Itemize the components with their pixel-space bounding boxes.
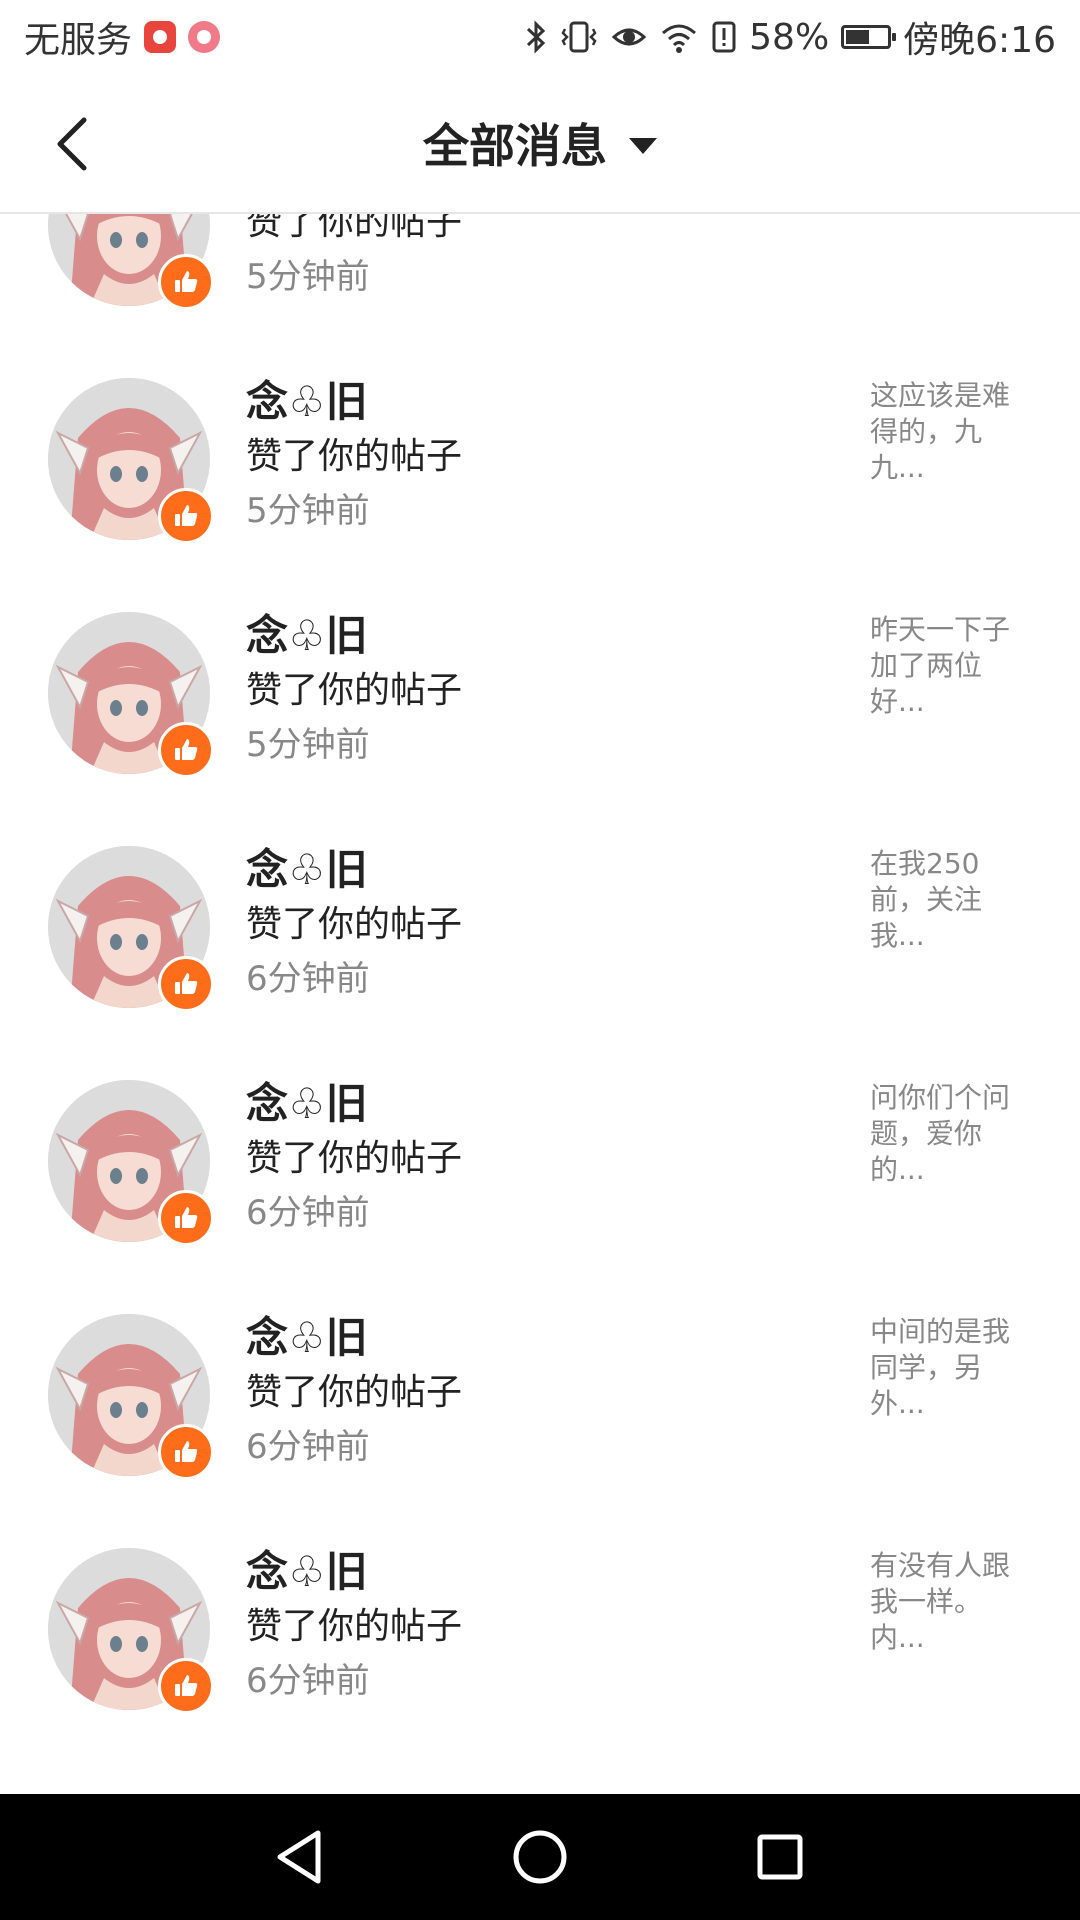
triangle-back-icon: [277, 1830, 321, 1884]
message-text: 念♧旧赞了你的帖子 6分钟前: [246, 842, 806, 1006]
message-row[interactable]: 念♧旧赞了你的帖子 5分钟前 这应该是难得的，九九...: [0, 334, 1080, 568]
time-text: 5分钟前: [246, 491, 370, 531]
action-text: 赞了你的帖子: [246, 436, 463, 477]
time-text: 6分钟前: [246, 1427, 370, 1467]
message-row[interactable]: 念♧旧赞了你的帖子 6分钟前 有没有人跟我一样。内...: [0, 1504, 1080, 1738]
battery-percent: 58%: [749, 16, 830, 58]
message-text: 赞了你的帖子 5分钟前: [246, 214, 806, 304]
navigation-bar: [0, 1794, 1080, 1920]
page-title[interactable]: 全部消息: [423, 110, 607, 176]
eye-icon: [611, 19, 647, 55]
thumbs-up-icon: [158, 1190, 214, 1246]
thumbs-up-icon: [158, 1424, 214, 1480]
post-snippet[interactable]: 问你们个问题，爱你的...: [870, 1080, 1030, 1188]
action-text: 赞了你的帖子: [246, 1372, 463, 1413]
huawei-app-icon: [144, 21, 177, 53]
action-text: 赞了你的帖子: [246, 904, 463, 945]
nav-home-button[interactable]: [500, 1817, 580, 1897]
thumbs-up-icon: [158, 254, 214, 310]
baidu-app-icon: [188, 21, 221, 53]
user-name[interactable]: 念♧旧: [246, 1310, 806, 1366]
action-text: 赞了你的帖子: [246, 670, 463, 711]
message-row[interactable]: 念♧旧赞了你的帖子 6分钟前 中间的是我同学，另外...: [0, 1270, 1080, 1504]
message-text: 念♧旧赞了你的帖子 6分钟前: [246, 1310, 806, 1474]
message-row[interactable]: 念♧旧赞了你的帖子 5分钟前 昨天一下子加了两位好...: [0, 568, 1080, 802]
action-text: 赞了你的帖子: [246, 1606, 463, 1647]
status-bar: 无服务 58% 傍晚6:16: [0, 0, 1080, 74]
carrier-text: 无服务: [24, 20, 133, 61]
battery-icon: [841, 25, 897, 49]
bluetooth-icon: [525, 19, 547, 55]
thumbs-up-icon: [158, 488, 214, 544]
thumbs-up-icon: [158, 1658, 214, 1714]
thumbs-up-icon: [158, 722, 214, 778]
nav-recents-button[interactable]: [740, 1817, 820, 1897]
post-snippet[interactable]: 有没有人跟我一样。内...: [870, 1548, 1030, 1656]
screen: 无服务 58% 傍晚6:16 全部消息 赞了你的帖子 5分钟前 念♧旧 赞了你的…: [0, 0, 1080, 1920]
message-list-inner: 赞了你的帖子5分钟前个男人，他...念♧旧赞了你的帖子5分钟前这应该是难得的，九…: [0, 214, 1080, 1738]
user-name[interactable]: 念♧旧: [246, 374, 806, 430]
status-left: 无服务: [24, 11, 221, 63]
circle-home-icon: [513, 1830, 567, 1884]
message-list[interactable]: 赞了你的帖子5分钟前个男人，他...念♧旧赞了你的帖子5分钟前这应该是难得的，九…: [0, 214, 1080, 1794]
nav-back-button[interactable]: [260, 1817, 340, 1897]
message-row[interactable]: 赞了你的帖子 5分钟前 个男人，他...: [0, 214, 1080, 334]
post-snippet[interactable]: 这应该是难得的，九九...: [870, 378, 1030, 486]
post-snippet[interactable]: 个男人，他...: [870, 214, 1030, 216]
time-text: 6分钟前: [246, 1661, 370, 1701]
thumbs-up-icon: [158, 956, 214, 1012]
post-snippet[interactable]: 昨天一下子加了两位好...: [870, 612, 1030, 720]
user-name[interactable]: 念♧旧: [246, 608, 806, 664]
vibrate-icon: [559, 19, 599, 55]
chevron-left-icon: [57, 117, 87, 171]
back-button[interactable]: [40, 108, 104, 180]
user-name[interactable]: 念♧旧: [246, 1544, 806, 1600]
status-right: 58% 傍晚6:16: [525, 11, 1056, 63]
time-text: 5分钟前: [246, 257, 370, 297]
user-name[interactable]: 念♧旧: [246, 1076, 806, 1132]
title-wrap: 全部消息: [0, 74, 1080, 212]
message-text: 念♧旧赞了你的帖子 5分钟前: [246, 608, 806, 772]
time-text: 6分钟前: [246, 959, 370, 999]
message-text: 念♧旧赞了你的帖子 6分钟前: [246, 1076, 806, 1240]
post-snippet[interactable]: 中间的是我同学，另外...: [870, 1314, 1030, 1422]
wifi-icon: [659, 19, 699, 55]
time-text: 6分钟前: [246, 1193, 370, 1233]
user-name[interactable]: 念♧旧: [246, 842, 806, 898]
clock: 傍晚6:16: [903, 20, 1056, 61]
message-row[interactable]: 念♧旧赞了你的帖子 6分钟前 问你们个问题，爱你的...: [0, 1036, 1080, 1270]
battery-level: [846, 30, 870, 44]
caret-down-icon[interactable]: [629, 138, 657, 154]
post-snippet[interactable]: 在我250前，关注我...: [870, 846, 1030, 954]
alert-icon: [711, 19, 737, 55]
message-row[interactable]: 念♧旧赞了你的帖子 6分钟前 在我250前，关注我...: [0, 802, 1080, 1036]
message-text: 念♧旧赞了你的帖子 5分钟前: [246, 374, 806, 538]
time-text: 5分钟前: [246, 725, 370, 765]
action-text: 赞了你的帖子: [246, 214, 463, 243]
action-text: 赞了你的帖子: [246, 1138, 463, 1179]
message-text: 念♧旧赞了你的帖子 6分钟前: [246, 1544, 806, 1708]
header: 全部消息: [0, 74, 1080, 214]
square-recents-icon: [757, 1834, 803, 1880]
